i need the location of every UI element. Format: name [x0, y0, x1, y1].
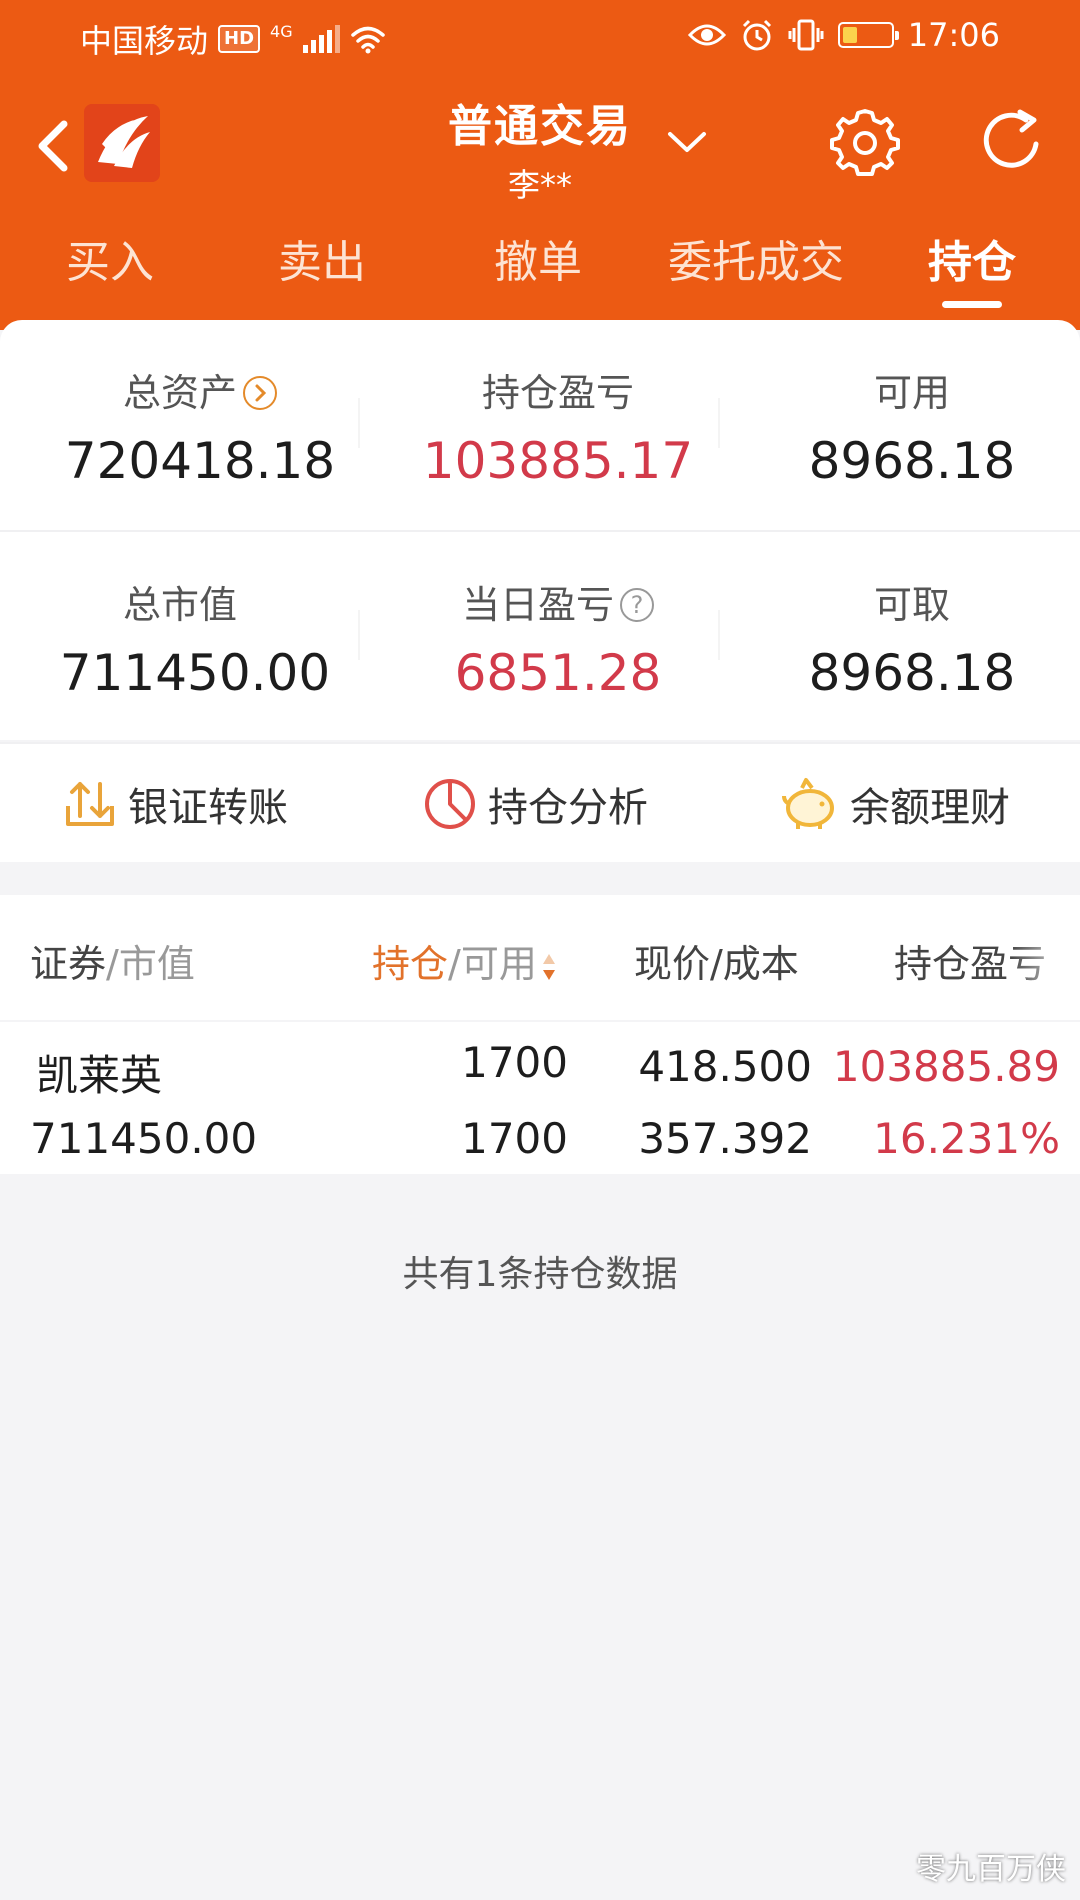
market-value-label: 总市值 — [122, 583, 237, 627]
bank-transfer-button[interactable]: 银证转账 — [62, 744, 288, 864]
divider — [358, 610, 360, 660]
transfer-icon — [66, 782, 114, 826]
app-screen: 中国移动 HD 4G 17:06 普通交易 李** 买入 卖出 撤单 委托成交 … — [0, 0, 1080, 1900]
help-circle-icon[interactable]: ? — [620, 587, 654, 622]
pie-chart-icon — [425, 779, 475, 829]
positions-count-note: 共有1条持仓数据 — [402, 1254, 678, 1295]
vibrate-icon — [788, 19, 824, 51]
signal-icon — [302, 25, 340, 53]
title-block[interactable]: 普通交易 李** — [380, 90, 700, 206]
position-analysis-label: 持仓分析 — [488, 785, 648, 831]
security-market-value: 711450.00 — [30, 1114, 258, 1163]
header-available: /可用 — [448, 942, 537, 986]
scroll-fade — [1010, 895, 1080, 1020]
quick-actions: 银证转账 持仓分析 余额理财 — [0, 742, 1080, 862]
cost-price: 357.392 — [638, 1114, 812, 1163]
tab-cancel-order[interactable]: 撤单 — [478, 228, 598, 308]
tab-label: 撤单 — [494, 237, 582, 288]
withdrawable-label: 可取 — [873, 583, 950, 627]
account-name: 李** — [507, 166, 572, 204]
header: 中国移动 HD 4G 17:06 普通交易 李** 买入 卖出 撤单 委托成交 … — [0, 0, 1080, 330]
bank-transfer-label: 银证转账 — [128, 785, 288, 831]
summary-row: 总市值 711450.00 当日盈亏? 6851.28 可取 8968.18 — [0, 532, 1080, 742]
active-tab-indicator — [942, 301, 1002, 308]
sort-icon — [542, 953, 555, 980]
position-pnl-label: 持仓盈亏 — [481, 371, 634, 415]
table-row[interactable]: 凯莱英 711450.00 1700 1700 418.500 357.392 … — [0, 1022, 1080, 1174]
total-assets-label: 总资产 — [122, 371, 237, 415]
tab-label: 委托成交 — [668, 237, 844, 288]
back-arrow-icon[interactable] — [28, 116, 78, 176]
carrier-label: 中国移动 — [80, 22, 209, 60]
divider — [718, 398, 720, 448]
security-name: 凯莱英 — [36, 1051, 163, 1100]
header-price-cost[interactable]: 现价/成本 — [634, 933, 799, 988]
tab-positions[interactable]: 持仓 — [912, 228, 1032, 308]
market-value-value: 711450.00 — [59, 644, 331, 702]
piggy-bank-icon — [782, 778, 834, 829]
available-label: 可用 — [873, 371, 950, 415]
position-pnl-value: 103885.17 — [422, 432, 694, 490]
withdrawable-value: 8968.18 — [808, 644, 1016, 702]
pnl-percent: 16.231% — [873, 1114, 1060, 1163]
pnl-amount: 103885.89 — [832, 1042, 1060, 1091]
balance-wealth-label: 余额理财 — [850, 785, 1010, 831]
watermark: 零九百万侠 — [916, 1852, 1066, 1887]
current-price: 418.500 — [638, 1042, 812, 1091]
divider — [358, 398, 360, 448]
wifi-icon — [350, 26, 385, 54]
position-pnl-block: 持仓盈亏 103885.17 — [378, 320, 738, 530]
header-security-value[interactable]: 证券/市值 — [30, 933, 195, 988]
total-assets-value: 720418.18 — [64, 432, 336, 490]
position-qty: 1700 — [461, 1038, 568, 1087]
daily-pnl-label: 当日盈亏 — [461, 583, 614, 627]
tab-orders-trades[interactable]: 委托成交 — [656, 228, 856, 308]
gear-icon[interactable] — [830, 106, 900, 176]
tab-sell[interactable]: 卖出 — [262, 228, 382, 308]
divider — [718, 610, 720, 660]
hd-badge: HD — [218, 25, 261, 53]
trade-tabs: 买入 卖出 撤单 委托成交 持仓 — [0, 228, 1080, 318]
status-bar: 中国移动 HD 4G 17:06 — [0, 0, 1080, 75]
page-title: 普通交易 — [448, 101, 632, 152]
available-value: 8968.18 — [808, 432, 1016, 490]
positions-table-header: 证券/市值 持仓/可用 现价/成本 持仓盈亏 — [0, 895, 1080, 1020]
refresh-icon[interactable] — [976, 106, 1048, 176]
status-time: 17:06 — [907, 16, 1000, 54]
tab-label: 持仓 — [928, 237, 1016, 288]
chevron-right-circle-icon[interactable] — [243, 375, 277, 410]
header-market-value: /市值 — [106, 942, 195, 986]
market-value-block: 总市值 711450.00 — [0, 532, 360, 742]
summary-row: 总资产 720418.18 持仓盈亏 103885.17 可用 8968.18 — [0, 320, 1080, 530]
tab-label: 买入 — [66, 237, 154, 288]
alarm-icon — [742, 19, 771, 51]
battery-icon — [837, 22, 899, 48]
header-position-available[interactable]: 持仓/可用 — [372, 933, 557, 988]
header-security: 证券 — [30, 942, 107, 986]
asset-summary-card: 总资产 720418.18 持仓盈亏 103885.17 可用 8968.18 … — [0, 320, 1080, 740]
daily-pnl-value: 6851.28 — [454, 644, 662, 702]
title-bar: 普通交易 李** — [0, 80, 1080, 220]
position-analysis-button[interactable]: 持仓分析 — [422, 744, 648, 864]
tab-label: 卖出 — [278, 237, 366, 288]
total-assets-block[interactable]: 总资产 720418.18 — [20, 320, 380, 530]
eye-icon — [687, 24, 726, 46]
app-logo-icon — [84, 104, 160, 182]
daily-pnl-block: 当日盈亏? 6851.28 — [378, 532, 738, 742]
tab-buy[interactable]: 买入 — [50, 228, 170, 308]
header-position: 持仓 — [372, 942, 449, 986]
available-block: 可用 8968.18 — [732, 320, 1080, 530]
withdrawable-block: 可取 8968.18 — [732, 532, 1080, 742]
chevron-down-icon[interactable] — [664, 126, 710, 156]
balance-wealth-button[interactable]: 余额理财 — [780, 744, 1010, 864]
network-label: 4G — [270, 22, 293, 41]
available-qty: 1700 — [461, 1114, 568, 1163]
